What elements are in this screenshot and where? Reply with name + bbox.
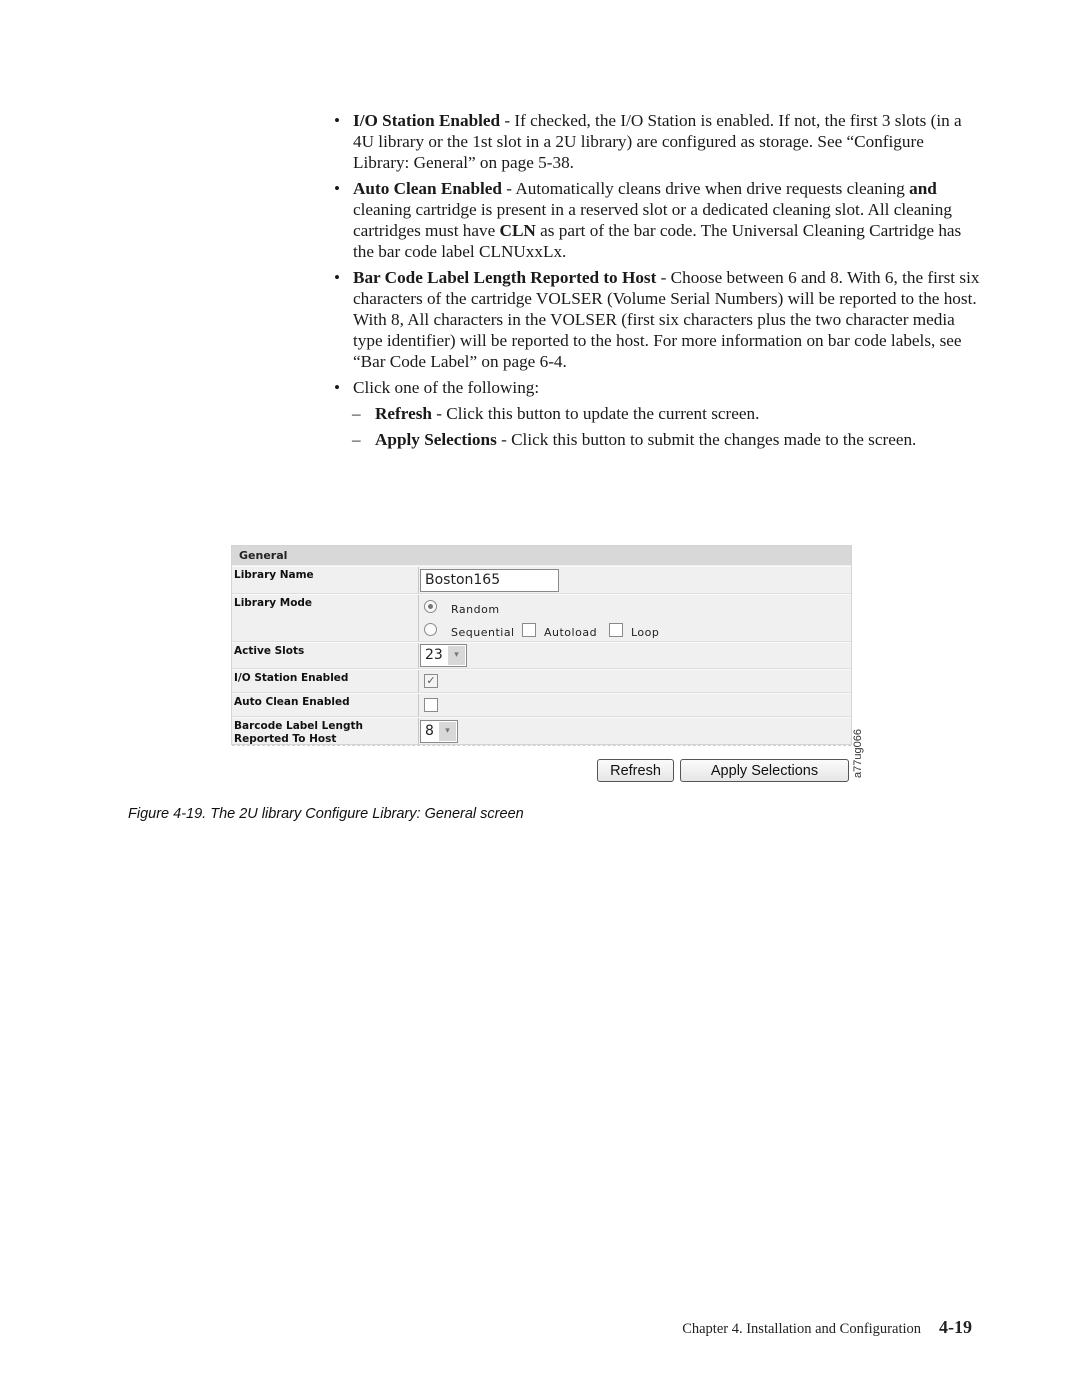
dash: – (352, 430, 361, 449)
desc-auto-clean-a: - Automatically cleans drive when drive … (502, 179, 910, 198)
library-name-label: Library Name (234, 569, 314, 581)
apply-selections-button[interactable]: Apply Selections (680, 759, 849, 782)
page-number: 4-19 (939, 1317, 972, 1337)
column-divider (418, 567, 419, 593)
bullet-io-station: • I/O Station Enabled - If checked, the … (330, 110, 980, 173)
loop-label: Loop (631, 626, 660, 639)
bullet-click-one: • Click one of the following: (330, 377, 980, 398)
bullet-dot: • (334, 111, 341, 130)
column-divider (418, 694, 419, 716)
chapter-title: Chapter 4. Installation and Configuratio… (682, 1321, 921, 1337)
autoload-label: Autoload (544, 626, 598, 639)
row-library-mode: Library Mode Random Sequential Autoload … (232, 594, 851, 642)
desc-refresh: - Click this button to update the curren… (431, 404, 760, 423)
sequential-label: Sequential (451, 626, 515, 639)
column-divider (418, 718, 419, 745)
barcode-length-value: 8 (425, 723, 434, 739)
term-barcode-length: Bar Code Label Length Reported to Host (353, 268, 657, 287)
row-active-slots: Active Slots 23 ▾ (232, 642, 851, 669)
figure-caption: Figure 4-19. The 2U library Configure Li… (128, 806, 524, 822)
library-mode-label: Library Mode (234, 597, 313, 609)
barcode-length-label: Barcode Label Length Reported To Host (234, 720, 363, 746)
sub-item-refresh: – Refresh - Click this button to update … (330, 403, 980, 424)
general-settings-panel: General Library Name Boston165 Library M… (231, 545, 852, 746)
column-divider (418, 670, 419, 692)
term-refresh: Refresh (375, 404, 432, 423)
term-io-station: I/O Station Enabled (353, 111, 501, 130)
row-library-name: Library Name Boston165 (232, 566, 851, 594)
bullet-barcode-length: • Bar Code Label Length Reported to Host… (330, 267, 980, 372)
barcode-label-line1: Barcode Label Length (234, 720, 363, 732)
bullet-dot: • (334, 378, 341, 397)
bullet-dot: • (334, 179, 341, 198)
autoload-checkbox[interactable] (522, 623, 536, 637)
body-text: • I/O Station Enabled - If checked, the … (330, 110, 980, 455)
bullet-dot: • (334, 268, 341, 287)
dash: – (352, 404, 361, 423)
column-divider (418, 643, 419, 668)
random-label: Random (451, 603, 500, 616)
chevron-down-icon[interactable]: ▾ (448, 646, 465, 665)
loop-checkbox[interactable] (609, 623, 623, 637)
row-auto-clean: Auto Clean Enabled (232, 693, 851, 717)
term-auto-clean: Auto Clean Enabled (353, 179, 502, 198)
auto-clean-checkbox[interactable] (424, 698, 438, 712)
figure-id: a77ug066 (852, 729, 864, 778)
term-apply: Apply Selections (375, 430, 497, 449)
sub-item-apply: – Apply Selections - Click this button t… (330, 429, 980, 450)
active-slots-label: Active Slots (234, 645, 305, 657)
bold-and: and (909, 179, 937, 198)
section-header: General (232, 546, 851, 565)
page-footer: Chapter 4. Installation and Configuratio… (682, 1317, 972, 1338)
auto-clean-label: Auto Clean Enabled (234, 696, 350, 708)
barcode-label-line2: Reported To Host (234, 733, 337, 745)
refresh-button[interactable]: Refresh (597, 759, 674, 782)
sequential-radio[interactable] (424, 623, 437, 636)
row-barcode-length: Barcode Label Length Reported To Host 8 … (232, 717, 851, 746)
active-slots-select[interactable]: 23 ▾ (420, 644, 467, 667)
io-station-checkbox[interactable]: ✓ (424, 674, 438, 688)
random-radio[interactable] (424, 600, 437, 613)
bullet-auto-clean: • Auto Clean Enabled - Automatically cle… (330, 178, 980, 262)
bold-cln: CLN (499, 221, 536, 240)
library-name-input[interactable]: Boston165 (420, 569, 559, 592)
io-station-label: I/O Station Enabled (234, 672, 349, 684)
click-one-text: Click one of the following: (353, 378, 540, 397)
column-divider (418, 595, 419, 641)
row-io-station: I/O Station Enabled ✓ (232, 669, 851, 693)
desc-apply: - Click this button to submit the change… (496, 430, 917, 449)
chevron-down-icon[interactable]: ▾ (439, 722, 456, 741)
check-icon: ✓ (426, 674, 436, 687)
barcode-length-select[interactable]: 8 ▾ (420, 720, 458, 743)
active-slots-value: 23 (425, 647, 443, 663)
